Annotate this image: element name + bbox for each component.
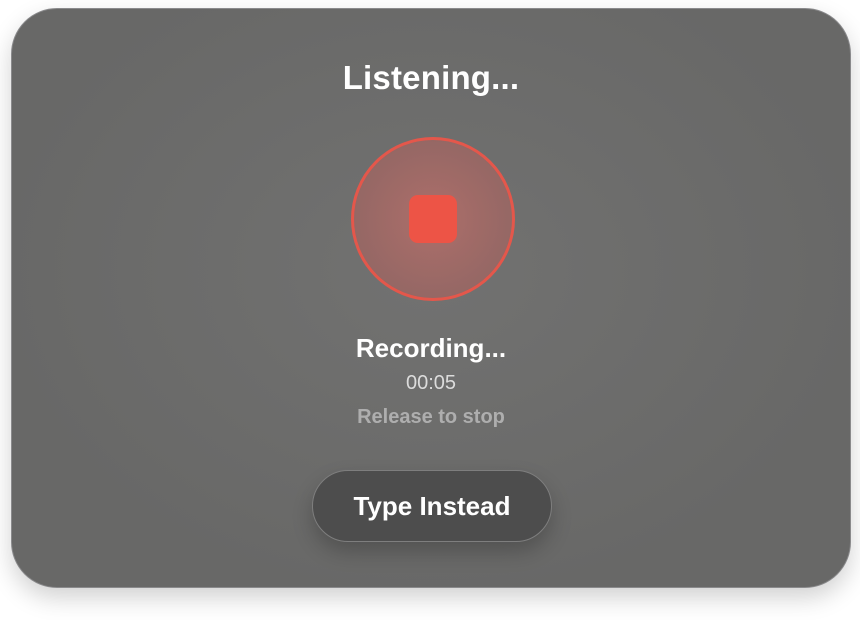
- release-hint: Release to stop: [357, 406, 505, 428]
- stop-icon: [409, 195, 457, 243]
- panel-title: Listening...: [342, 59, 520, 96]
- recording-timer: 00:05: [405, 372, 457, 394]
- type-instead-button[interactable]: Type Instead: [312, 470, 552, 542]
- voice-input-panel: Listening... Recording... 00:05 Release …: [11, 8, 851, 588]
- stop-recording-button[interactable]: [351, 137, 515, 301]
- recording-status: Recording...: [355, 333, 507, 363]
